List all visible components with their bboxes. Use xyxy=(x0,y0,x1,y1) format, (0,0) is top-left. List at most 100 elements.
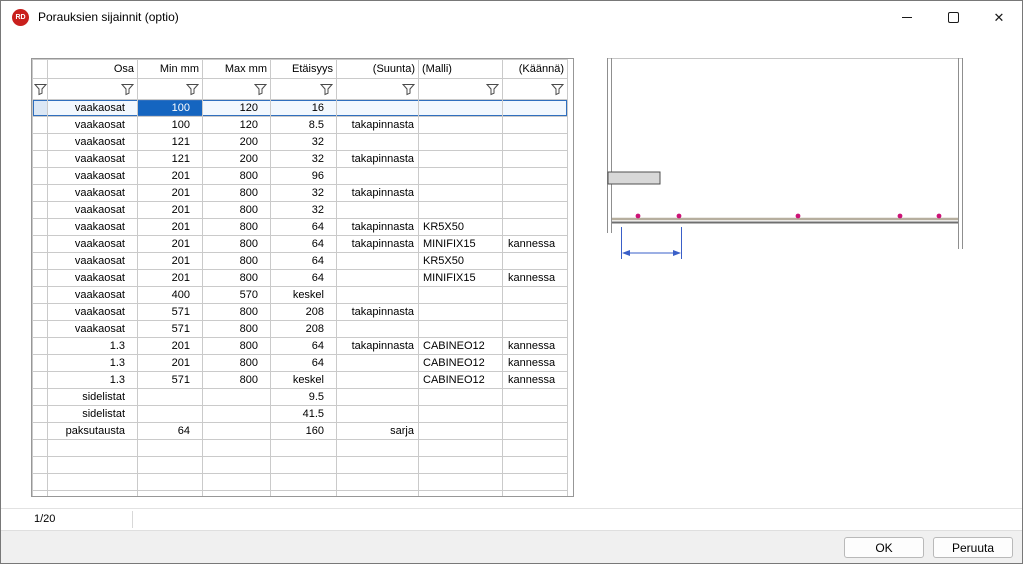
cell-osa[interactable]: vaakaosat xyxy=(48,100,138,117)
cell-malli[interactable] xyxy=(419,117,503,134)
cell-min[interactable]: 571 xyxy=(138,372,203,389)
row-selector-cell[interactable] xyxy=(33,338,48,355)
cell-etaisyys[interactable]: 64 xyxy=(271,270,337,287)
column-header-kaanna[interactable]: (Käännä) xyxy=(503,60,568,79)
row-selector-cell[interactable] xyxy=(33,219,48,236)
cell-etaisyys[interactable] xyxy=(271,457,337,474)
cell-kaanna[interactable] xyxy=(503,151,568,168)
cell-suunta[interactable] xyxy=(337,474,419,491)
cell-kaanna[interactable] xyxy=(503,168,568,185)
cell-min[interactable]: 201 xyxy=(138,185,203,202)
column-header-max-mm[interactable]: Max mm xyxy=(203,60,271,79)
cell-etaisyys[interactable]: 64 xyxy=(271,253,337,270)
cell-min[interactable] xyxy=(138,491,203,498)
cell-kaanna[interactable] xyxy=(503,219,568,236)
column-header-min-mm[interactable]: Min mm xyxy=(138,60,203,79)
cell-min[interactable]: 201 xyxy=(138,253,203,270)
cell-etaisyys[interactable]: 41.5 xyxy=(271,406,337,423)
cell-osa[interactable]: vaakaosat xyxy=(48,321,138,338)
cell-osa[interactable] xyxy=(48,457,138,474)
cell-malli[interactable] xyxy=(419,389,503,406)
row-selector-cell[interactable] xyxy=(33,321,48,338)
filter-cell-suunta[interactable] xyxy=(337,79,419,100)
cell-max[interactable]: 800 xyxy=(203,338,271,355)
table-row[interactable]: vaakaosat1001208.5takapinnasta xyxy=(33,117,568,134)
cell-suunta[interactable]: takapinnasta xyxy=(337,304,419,321)
row-selector-cell[interactable] xyxy=(33,185,48,202)
cell-kaanna[interactable] xyxy=(503,389,568,406)
row-selector-cell[interactable] xyxy=(33,236,48,253)
table-row[interactable]: vaakaosat20180064takapinnastaMINIFIX15ka… xyxy=(33,236,568,253)
table-row[interactable]: sidelistat 9.5 xyxy=(33,389,568,406)
cell-suunta[interactable] xyxy=(337,321,419,338)
table-row[interactable]: vaakaosat571800208takapinnasta xyxy=(33,304,568,321)
cell-etaisyys[interactable]: 64 xyxy=(271,236,337,253)
table-row[interactable]: vaakaosat400570keskel xyxy=(33,287,568,304)
maximize-button[interactable] xyxy=(930,1,976,33)
cell-etaisyys[interactable] xyxy=(271,491,337,498)
cell-max[interactable]: 800 xyxy=(203,202,271,219)
table-row[interactable]: vaakaosat571800208 xyxy=(33,321,568,338)
cell-malli[interactable] xyxy=(419,185,503,202)
cell-max[interactable] xyxy=(203,423,271,440)
table-row-empty[interactable] xyxy=(33,457,568,474)
cell-malli[interactable] xyxy=(419,474,503,491)
cell-min[interactable]: 100 xyxy=(138,117,203,134)
cell-max[interactable]: 570 xyxy=(203,287,271,304)
cell-etaisyys[interactable] xyxy=(271,440,337,457)
cell-suunta[interactable] xyxy=(337,457,419,474)
cell-malli[interactable]: CABINEO12 xyxy=(419,355,503,372)
table-row[interactable]: vaakaosat12120032takapinnasta xyxy=(33,151,568,168)
cell-osa[interactable]: vaakaosat xyxy=(48,151,138,168)
cell-osa[interactable]: vaakaosat xyxy=(48,134,138,151)
table-row[interactable]: 1.3571800keskelCABINEO12kannessa xyxy=(33,372,568,389)
cell-min[interactable]: 100 xyxy=(138,100,203,117)
table-row[interactable]: paksutausta64160sarja xyxy=(33,423,568,440)
cell-max[interactable] xyxy=(203,440,271,457)
cell-osa[interactable]: sidelistat xyxy=(48,389,138,406)
cell-suunta[interactable] xyxy=(337,355,419,372)
cell-osa[interactable] xyxy=(48,474,138,491)
cell-min[interactable]: 201 xyxy=(138,270,203,287)
cell-osa[interactable]: 1.3 xyxy=(48,338,138,355)
cell-max[interactable]: 800 xyxy=(203,168,271,185)
cell-kaanna[interactable]: kannessa xyxy=(503,355,568,372)
cell-osa[interactable]: vaakaosat xyxy=(48,236,138,253)
row-selector-cell[interactable] xyxy=(33,100,48,117)
cell-max[interactable] xyxy=(203,474,271,491)
table-row[interactable]: 1.320180064CABINEO12kannessa xyxy=(33,355,568,372)
cell-etaisyys[interactable]: 9.5 xyxy=(271,389,337,406)
cell-osa[interactable]: vaakaosat xyxy=(48,117,138,134)
cell-suunta[interactable] xyxy=(337,440,419,457)
cell-min[interactable]: 201 xyxy=(138,338,203,355)
cell-max[interactable]: 800 xyxy=(203,185,271,202)
cell-suunta[interactable]: takapinnasta xyxy=(337,338,419,355)
cell-min[interactable] xyxy=(138,406,203,423)
cell-etaisyys[interactable] xyxy=(271,474,337,491)
cell-suunta[interactable] xyxy=(337,389,419,406)
cell-min[interactable]: 201 xyxy=(138,236,203,253)
cell-suunta[interactable] xyxy=(337,168,419,185)
cell-malli[interactable] xyxy=(419,151,503,168)
table-row[interactable]: vaakaosat12120032 xyxy=(33,134,568,151)
cell-malli[interactable] xyxy=(419,304,503,321)
cell-suunta[interactable]: takapinnasta xyxy=(337,219,419,236)
cell-max[interactable]: 800 xyxy=(203,355,271,372)
cell-suunta[interactable]: sarja xyxy=(337,423,419,440)
row-selector-cell[interactable] xyxy=(33,406,48,423)
close-button[interactable]: ✕ xyxy=(976,1,1022,33)
cell-suunta[interactable] xyxy=(337,406,419,423)
cell-malli[interactable] xyxy=(419,406,503,423)
cell-max[interactable]: 200 xyxy=(203,151,271,168)
cell-min[interactable]: 400 xyxy=(138,287,203,304)
row-selector-cell[interactable] xyxy=(33,168,48,185)
cell-kaanna[interactable] xyxy=(503,474,568,491)
cell-suunta[interactable]: takapinnasta xyxy=(337,117,419,134)
cell-malli[interactable] xyxy=(419,457,503,474)
table-row-empty[interactable] xyxy=(33,474,568,491)
cell-malli[interactable]: CABINEO12 xyxy=(419,338,503,355)
cell-malli[interactable]: MINIFIX15 xyxy=(419,270,503,287)
cell-max[interactable]: 800 xyxy=(203,304,271,321)
row-selector-cell[interactable] xyxy=(33,389,48,406)
cell-kaanna[interactable] xyxy=(503,100,568,117)
